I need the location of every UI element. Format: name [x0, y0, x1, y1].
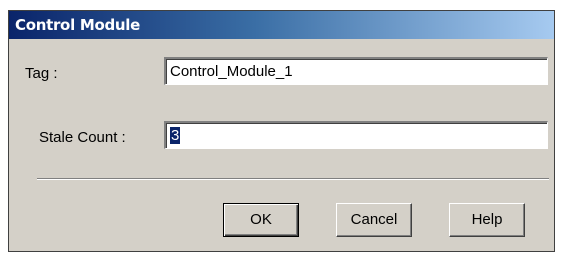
tag-label: Tag : [25, 65, 58, 82]
stale-count-label: Stale Count : [39, 129, 126, 146]
help-button[interactable]: Help [449, 203, 525, 237]
title-bar[interactable]: Control Module [9, 11, 554, 39]
stale-count-input[interactable]: 3 [164, 121, 548, 149]
cancel-button[interactable]: Cancel [336, 203, 412, 237]
ok-button[interactable]: OK [223, 203, 299, 237]
dialog-title: Control Module [15, 16, 140, 34]
tag-input-value: Control_Module_1 [170, 63, 293, 80]
separator-line [37, 178, 549, 180]
stale-count-value: 3 [170, 127, 181, 144]
tag-input[interactable]: Control_Module_1 [164, 57, 548, 85]
control-module-dialog: Control Module Tag : Control_Module_1 St… [8, 10, 555, 252]
